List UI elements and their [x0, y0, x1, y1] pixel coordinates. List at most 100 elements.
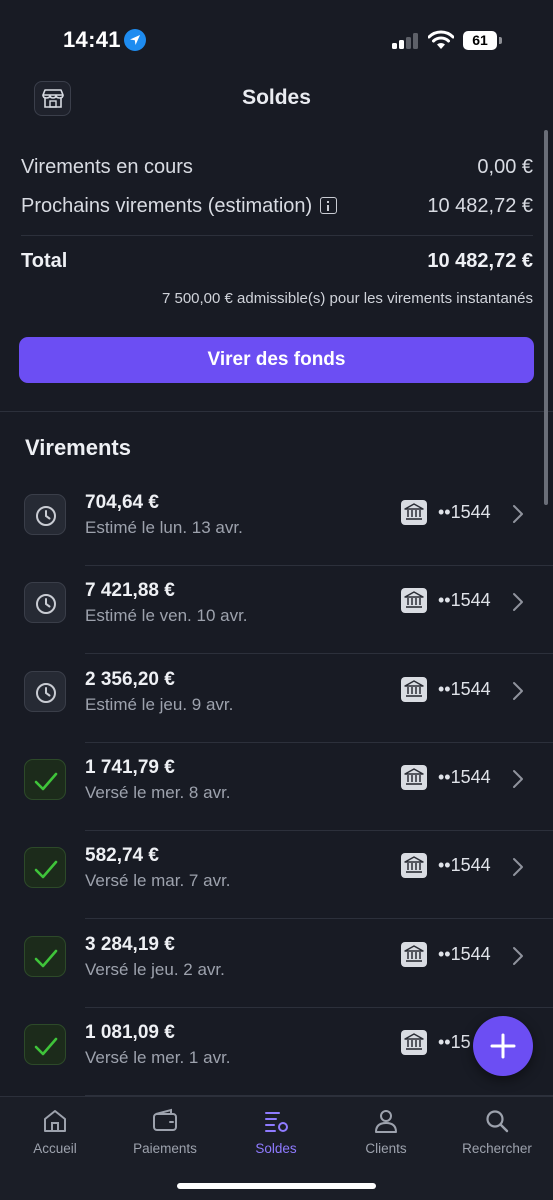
- transfer-date: Versé le mer. 8 avr.: [85, 782, 231, 802]
- scrollbar[interactable]: [544, 130, 548, 505]
- check-icon: [34, 772, 58, 791]
- instant-eligible-note: 7 500,00 € admissible(s) pour les vireme…: [161, 290, 533, 307]
- paid-status-badge: [24, 758, 66, 800]
- tab-balances-label: Soldes: [255, 1141, 297, 1156]
- paid-status-badge: [24, 847, 66, 889]
- row-chevron: [511, 768, 525, 795]
- add-button[interactable]: [473, 1016, 533, 1076]
- battery-icon: 61: [463, 31, 497, 50]
- search-icon: [486, 1110, 509, 1133]
- chevron-right-icon: [513, 769, 523, 788]
- person-icon: [375, 1110, 397, 1133]
- row-chevron: [511, 945, 525, 972]
- pending-transfers-value: 0,00 €: [477, 156, 533, 178]
- total-row: Total 10 482,72 €: [21, 250, 533, 278]
- bank-account-number: ••1544: [438, 590, 491, 611]
- transfer-amount: 1 741,79 €: [85, 756, 175, 778]
- transfer-row[interactable]: 2 356,20 € Estimé le jeu. 9 avr. ••1544: [0, 655, 553, 743]
- transfer-row[interactable]: 1 741,79 € Versé le mer. 8 avr. ••1544: [0, 743, 553, 831]
- transfer-date: Versé le mer. 1 avr.: [85, 1047, 231, 1067]
- upcoming-transfers-text: Prochains virements (estimation): [21, 195, 313, 217]
- transfer-amount: 1 081,09 €: [85, 1021, 175, 1043]
- wifi-icon: [428, 30, 454, 49]
- tab-home[interactable]: Accueil: [0, 1097, 110, 1167]
- bank-icon: [401, 853, 427, 879]
- transfer-amount: 704,64 €: [85, 492, 159, 513]
- tab-home-label: Accueil: [33, 1141, 77, 1156]
- transfer-date: Versé le jeu. 2 avr.: [85, 959, 225, 979]
- transfer-amount: 582,74 €: [85, 845, 159, 867]
- bank-icon: [401, 676, 427, 702]
- info-icon[interactable]: [320, 197, 338, 214]
- home-icon: [44, 1110, 66, 1132]
- tab-clients-label: Clients: [365, 1141, 407, 1156]
- chevron-right-icon: [513, 681, 523, 700]
- check-icon: [34, 949, 58, 967]
- bank-icon: [401, 500, 427, 525]
- transfer-date: Versé le mar. 7 avr.: [85, 871, 231, 891]
- bank-icon: [401, 941, 427, 967]
- clock-icon: [36, 506, 56, 526]
- tab-payments[interactable]: Paiements: [110, 1097, 220, 1167]
- paid-status-badge: [24, 1023, 66, 1065]
- row-chevron: [511, 856, 525, 883]
- bank-icon-glyph: [404, 1033, 424, 1050]
- bank-account-number: ••15: [438, 1031, 471, 1052]
- status-bar: 14:41 61: [0, 0, 553, 80]
- clock-icon: [36, 682, 56, 703]
- pending-status-badge: [24, 670, 66, 712]
- total-label: Total: [21, 250, 68, 272]
- status-time: 14:41: [63, 27, 121, 52]
- check-icon: [34, 1037, 58, 1056]
- transfer-row[interactable]: 7 421,88 € Estimé le ven. 10 avr. ••1544: [0, 566, 553, 655]
- tab-clients[interactable]: Clients: [331, 1097, 441, 1167]
- chevron-right-icon: [513, 505, 523, 523]
- upcoming-transfers-row: Prochains virements (estimation) 10 482,…: [21, 195, 533, 223]
- bank-account-number: ••1544: [438, 678, 491, 699]
- transfer-row[interactable]: 582,74 € Versé le mar. 7 avr. ••1544: [0, 831, 553, 920]
- transfer-row[interactable]: 704,64 € Estimé le lun. 13 avr. ••1544: [0, 478, 553, 566]
- bank-account-number: ••1544: [438, 502, 491, 522]
- paid-status-badge: [24, 935, 66, 977]
- row-chevron: [511, 503, 525, 530]
- chevron-right-icon: [513, 858, 523, 877]
- pending-status-badge: [24, 494, 66, 535]
- bank-icon-glyph: [404, 679, 424, 697]
- clock-icon: [36, 594, 56, 615]
- pending-status-badge: [24, 582, 66, 624]
- bank-account-number: ••1544: [438, 855, 491, 876]
- transfer-funds-button[interactable]: Virer des fonds: [19, 337, 534, 383]
- summary-divider: [21, 235, 533, 236]
- transfer-amount: 3 284,19 €: [85, 933, 175, 955]
- bank-icon-glyph: [404, 768, 424, 785]
- bank-account-number: ••1544: [438, 943, 491, 964]
- tab-search[interactable]: Rechercher: [442, 1097, 552, 1167]
- check-icon: [34, 860, 58, 879]
- transfer-date: Estimé le lun. 13 avr.: [85, 518, 243, 537]
- wallet-icon: [153, 1108, 177, 1131]
- tab-payments-label: Paiements: [133, 1141, 197, 1156]
- tab-search-label: Rechercher: [462, 1141, 532, 1156]
- transfer-row[interactable]: 1 081,09 € Versé le mer. 1 avr. ••15: [0, 1008, 553, 1096]
- total-value: 10 482,72 €: [427, 250, 533, 272]
- signal-icon: [392, 33, 420, 49]
- transfer-amount: 7 421,88 €: [85, 580, 175, 602]
- pending-transfers-row: Virements en cours 0,00 €: [21, 156, 533, 184]
- bank-icon: [401, 764, 427, 790]
- transfer-amount: 2 356,20 €: [85, 668, 175, 690]
- section-divider: [0, 411, 553, 412]
- bank-icon-glyph: [404, 503, 424, 520]
- bank-icon-glyph: [404, 856, 424, 873]
- bank-account-number: ••1544: [438, 766, 491, 787]
- tab-balances[interactable]: Soldes: [221, 1097, 331, 1167]
- balances-icon: [265, 1112, 288, 1132]
- transfer-date: Estimé le jeu. 9 avr.: [85, 694, 234, 714]
- transfer-row[interactable]: 3 284,19 € Versé le jeu. 2 avr. ••1544: [0, 920, 553, 1008]
- location-icon: [124, 29, 146, 51]
- bank-icon-glyph: [404, 944, 424, 962]
- row-chevron: [511, 680, 525, 707]
- plus-icon: [490, 1033, 516, 1059]
- page-title: Soldes: [242, 86, 311, 109]
- home-indicator: [177, 1183, 376, 1189]
- battery-tip: [499, 37, 502, 44]
